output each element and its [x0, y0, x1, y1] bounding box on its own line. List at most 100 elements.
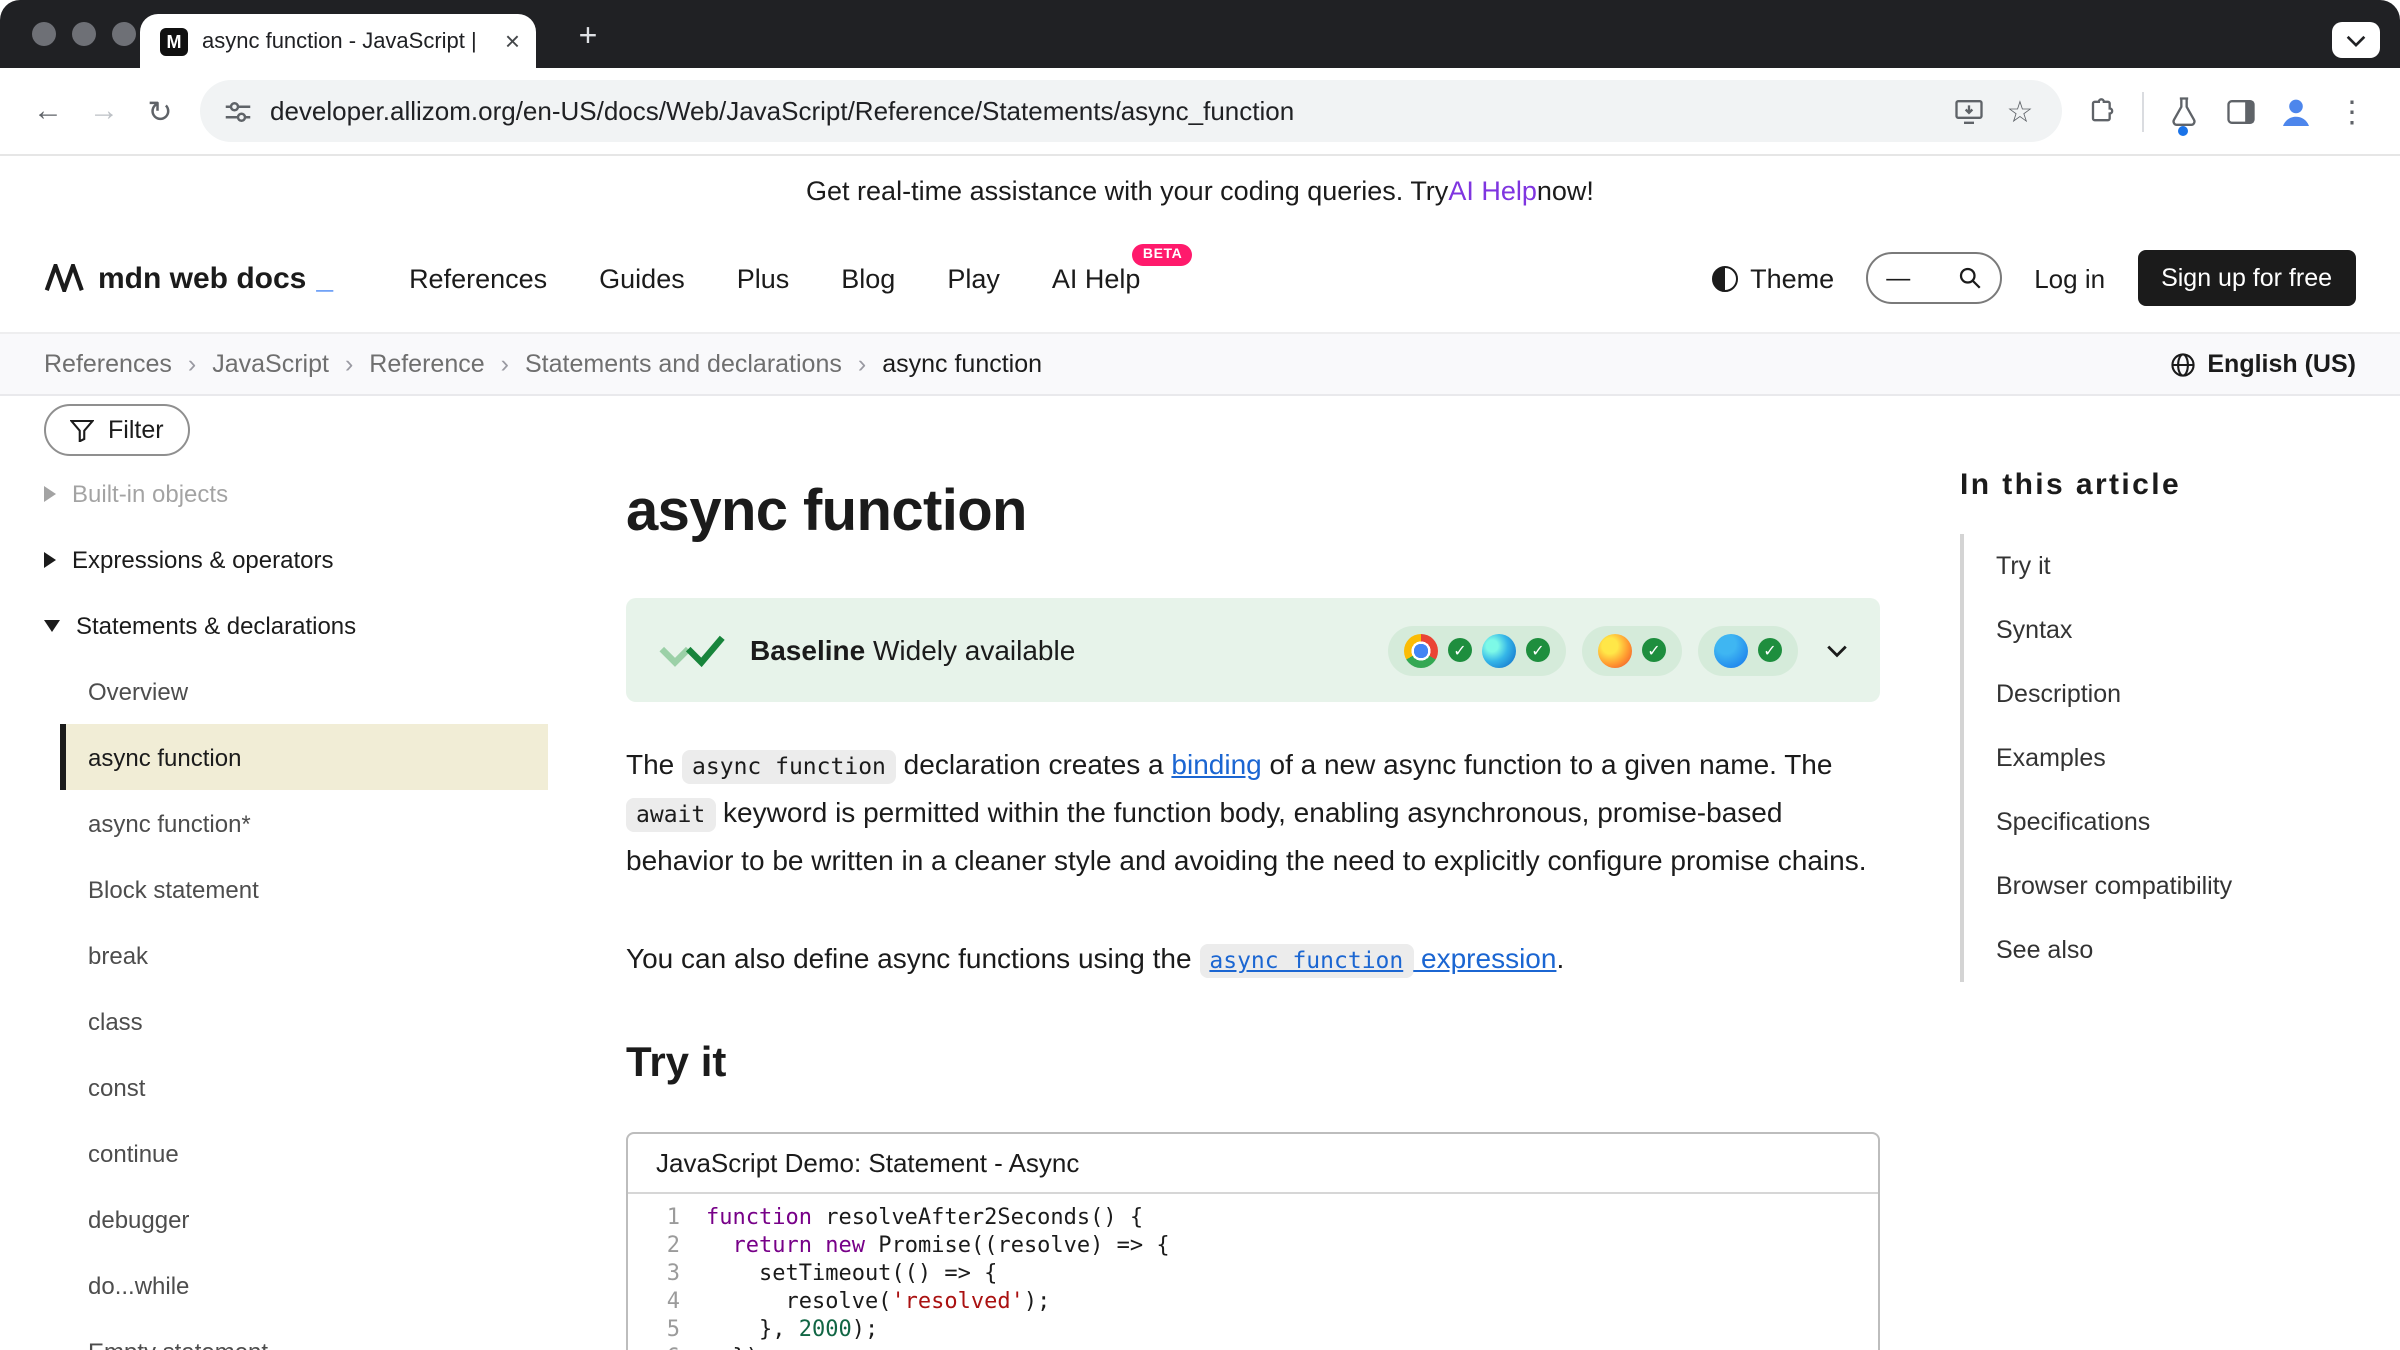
- nav-blog[interactable]: Blog: [841, 263, 895, 293]
- sidebar-item-overview[interactable]: Overview: [60, 658, 548, 724]
- address-bar[interactable]: developer.allizom.org/en-US/docs/Web/Jav…: [200, 80, 2062, 142]
- demo-title: JavaScript Demo: Statement - Async: [628, 1134, 1878, 1194]
- reload-icon[interactable]: ↻: [132, 83, 188, 139]
- promo-text-after: now!: [1537, 175, 1594, 205]
- tab-title: async function - JavaScript |: [202, 29, 491, 53]
- article: async function Baseline Widely available…: [626, 396, 1880, 1350]
- toc-item-examples[interactable]: Examples: [1996, 726, 2384, 790]
- new-tab-button[interactable]: +: [568, 18, 608, 58]
- back-icon[interactable]: ←: [20, 83, 76, 139]
- sidebar-item-empty-statement[interactable]: Empty statement: [60, 1318, 548, 1350]
- chrome-icon: [1404, 633, 1438, 667]
- browser-menu-icon[interactable]: ⋮: [2324, 83, 2380, 139]
- toolbar-divider: [2142, 91, 2144, 131]
- safari-icon: [1714, 633, 1748, 667]
- chevron-right-icon: [44, 551, 56, 567]
- tab-search-button[interactable]: [2332, 22, 2380, 58]
- async-function-expression-link[interactable]: async function expression: [1199, 942, 1556, 974]
- search-input[interactable]: —: [1866, 252, 2002, 304]
- login-link[interactable]: Log in: [2034, 263, 2105, 293]
- toc-item-try-it[interactable]: Try it: [1996, 534, 2384, 598]
- mdn-logo[interactable]: mdn web docs _: [44, 261, 333, 295]
- nav-plus[interactable]: Plus: [737, 263, 790, 293]
- promo-banner: Get real-time assistance with your codin…: [0, 156, 2400, 224]
- check-icon: ✓: [1758, 638, 1782, 662]
- chevron-down-icon: [2346, 33, 2366, 47]
- sidebar-item-continue[interactable]: continue: [60, 1120, 548, 1186]
- theme-toggle[interactable]: Theme: [1712, 263, 1834, 293]
- bookmark-star-icon[interactable]: ☆: [2002, 93, 2038, 129]
- support-safari-group: ✓: [1698, 625, 1798, 675]
- toc-item-syntax[interactable]: Syntax: [1996, 598, 2384, 662]
- search-hint: —: [1886, 264, 1910, 292]
- toc-item-see-also[interactable]: See also: [1996, 918, 2384, 982]
- demo-code[interactable]: 1function resolveAfter2Seconds() {2 retu…: [628, 1194, 1878, 1350]
- sidebar-item-async-function-star[interactable]: async function*: [60, 790, 548, 856]
- breadcrumb-separator: ›: [188, 350, 196, 378]
- site-info-icon[interactable]: [224, 97, 252, 125]
- interactive-demo: JavaScript Demo: Statement - Async 1func…: [626, 1132, 1880, 1350]
- baseline-label: Baseline: [750, 634, 865, 666]
- sidebar-item-debugger[interactable]: debugger: [60, 1186, 548, 1252]
- breadcrumb-statements[interactable]: Statements and declarations: [525, 350, 842, 378]
- tab-close-icon[interactable]: ×: [505, 28, 520, 54]
- sidebar-item-do-while[interactable]: do...while: [60, 1252, 548, 1318]
- nav-guides[interactable]: Guides: [599, 263, 685, 293]
- baseline-expand-button[interactable]: [1826, 643, 1848, 657]
- nav-ai-help[interactable]: AI Help BETA: [1052, 263, 1141, 293]
- nav-references[interactable]: References: [409, 263, 547, 293]
- breadcrumb-separator: ›: [858, 350, 866, 378]
- breadcrumb-javascript[interactable]: JavaScript: [212, 350, 329, 378]
- extensions-puzzle-icon[interactable]: [2074, 83, 2130, 139]
- breadcrumb-references[interactable]: References: [44, 350, 172, 378]
- breadcrumb-reference[interactable]: Reference: [369, 350, 484, 378]
- sidebar-item-expressions-operators[interactable]: Expressions & operators: [44, 526, 588, 592]
- intro-paragraph: The async function declaration creates a…: [626, 742, 1880, 884]
- side-panel-icon[interactable]: [2212, 83, 2268, 139]
- nav-play[interactable]: Play: [947, 263, 1000, 293]
- check-icon: ✓: [1526, 638, 1550, 662]
- inline-code: async function: [682, 750, 896, 784]
- sidebar-item-class[interactable]: class: [60, 988, 548, 1054]
- check-icon: ✓: [1642, 638, 1666, 662]
- support-firefox-group: ✓: [1582, 625, 1682, 675]
- minimize-window-button[interactable]: [72, 22, 96, 46]
- logo-cursor: _: [316, 261, 333, 295]
- baseline-check-icon: [658, 633, 726, 667]
- baseline-status: Widely available: [873, 634, 1075, 666]
- chevron-right-icon: [44, 485, 56, 501]
- maximize-window-button[interactable]: [112, 22, 136, 46]
- promo-text-before: Get real-time assistance with your codin…: [806, 175, 1448, 205]
- toc-item-specifications[interactable]: Specifications: [1996, 790, 2384, 854]
- close-window-button[interactable]: [32, 22, 56, 46]
- install-app-icon[interactable]: [1954, 97, 1984, 125]
- binding-link[interactable]: binding: [1171, 748, 1261, 780]
- sidebar: Filter Built-in objects Expressions & op…: [44, 404, 588, 1350]
- signup-button[interactable]: Sign up for free: [2137, 250, 2356, 306]
- toc-item-browser-compatibility[interactable]: Browser compatibility: [1996, 854, 2384, 918]
- sidebar-item-built-in-objects[interactable]: Built-in objects: [44, 460, 588, 526]
- language-switcher[interactable]: English (US): [2169, 350, 2356, 378]
- ai-help-link[interactable]: AI Help: [1448, 175, 1537, 205]
- funnel-icon: [70, 418, 94, 442]
- sidebar-item-statements-declarations[interactable]: Statements & declarations: [44, 592, 588, 658]
- forward-icon: →: [76, 83, 132, 139]
- support-chromium-group: ✓ ✓: [1388, 625, 1566, 675]
- url-text[interactable]: developer.allizom.org/en-US/docs/Web/Jav…: [270, 96, 1936, 126]
- sidebar-item-async-function[interactable]: async function: [60, 724, 548, 790]
- sidebar-item-const[interactable]: const: [60, 1054, 548, 1120]
- sidebar-item-break[interactable]: break: [60, 922, 548, 988]
- second-paragraph: You can also define async functions usin…: [626, 936, 1880, 984]
- browser-tab[interactable]: M async function - JavaScript | ×: [140, 14, 536, 68]
- sidebar-filter-button[interactable]: Filter: [44, 404, 190, 456]
- sidebar-item-block-statement[interactable]: Block statement: [60, 856, 548, 922]
- breadcrumb-current: async function: [882, 350, 1042, 378]
- in-this-article: In this article Try it Syntax Descriptio…: [1960, 468, 2384, 982]
- check-icon: ✓: [1448, 638, 1472, 662]
- sidebar-nav: Built-in objects Expressions & operators…: [44, 460, 588, 1350]
- experiment-flask-icon[interactable]: [2156, 83, 2212, 139]
- toc-item-description[interactable]: Description: [1996, 662, 2384, 726]
- breadcrumb-separator: ›: [345, 350, 353, 378]
- profile-avatar[interactable]: [2268, 83, 2324, 139]
- logo-text: mdn web docs: [98, 261, 306, 295]
